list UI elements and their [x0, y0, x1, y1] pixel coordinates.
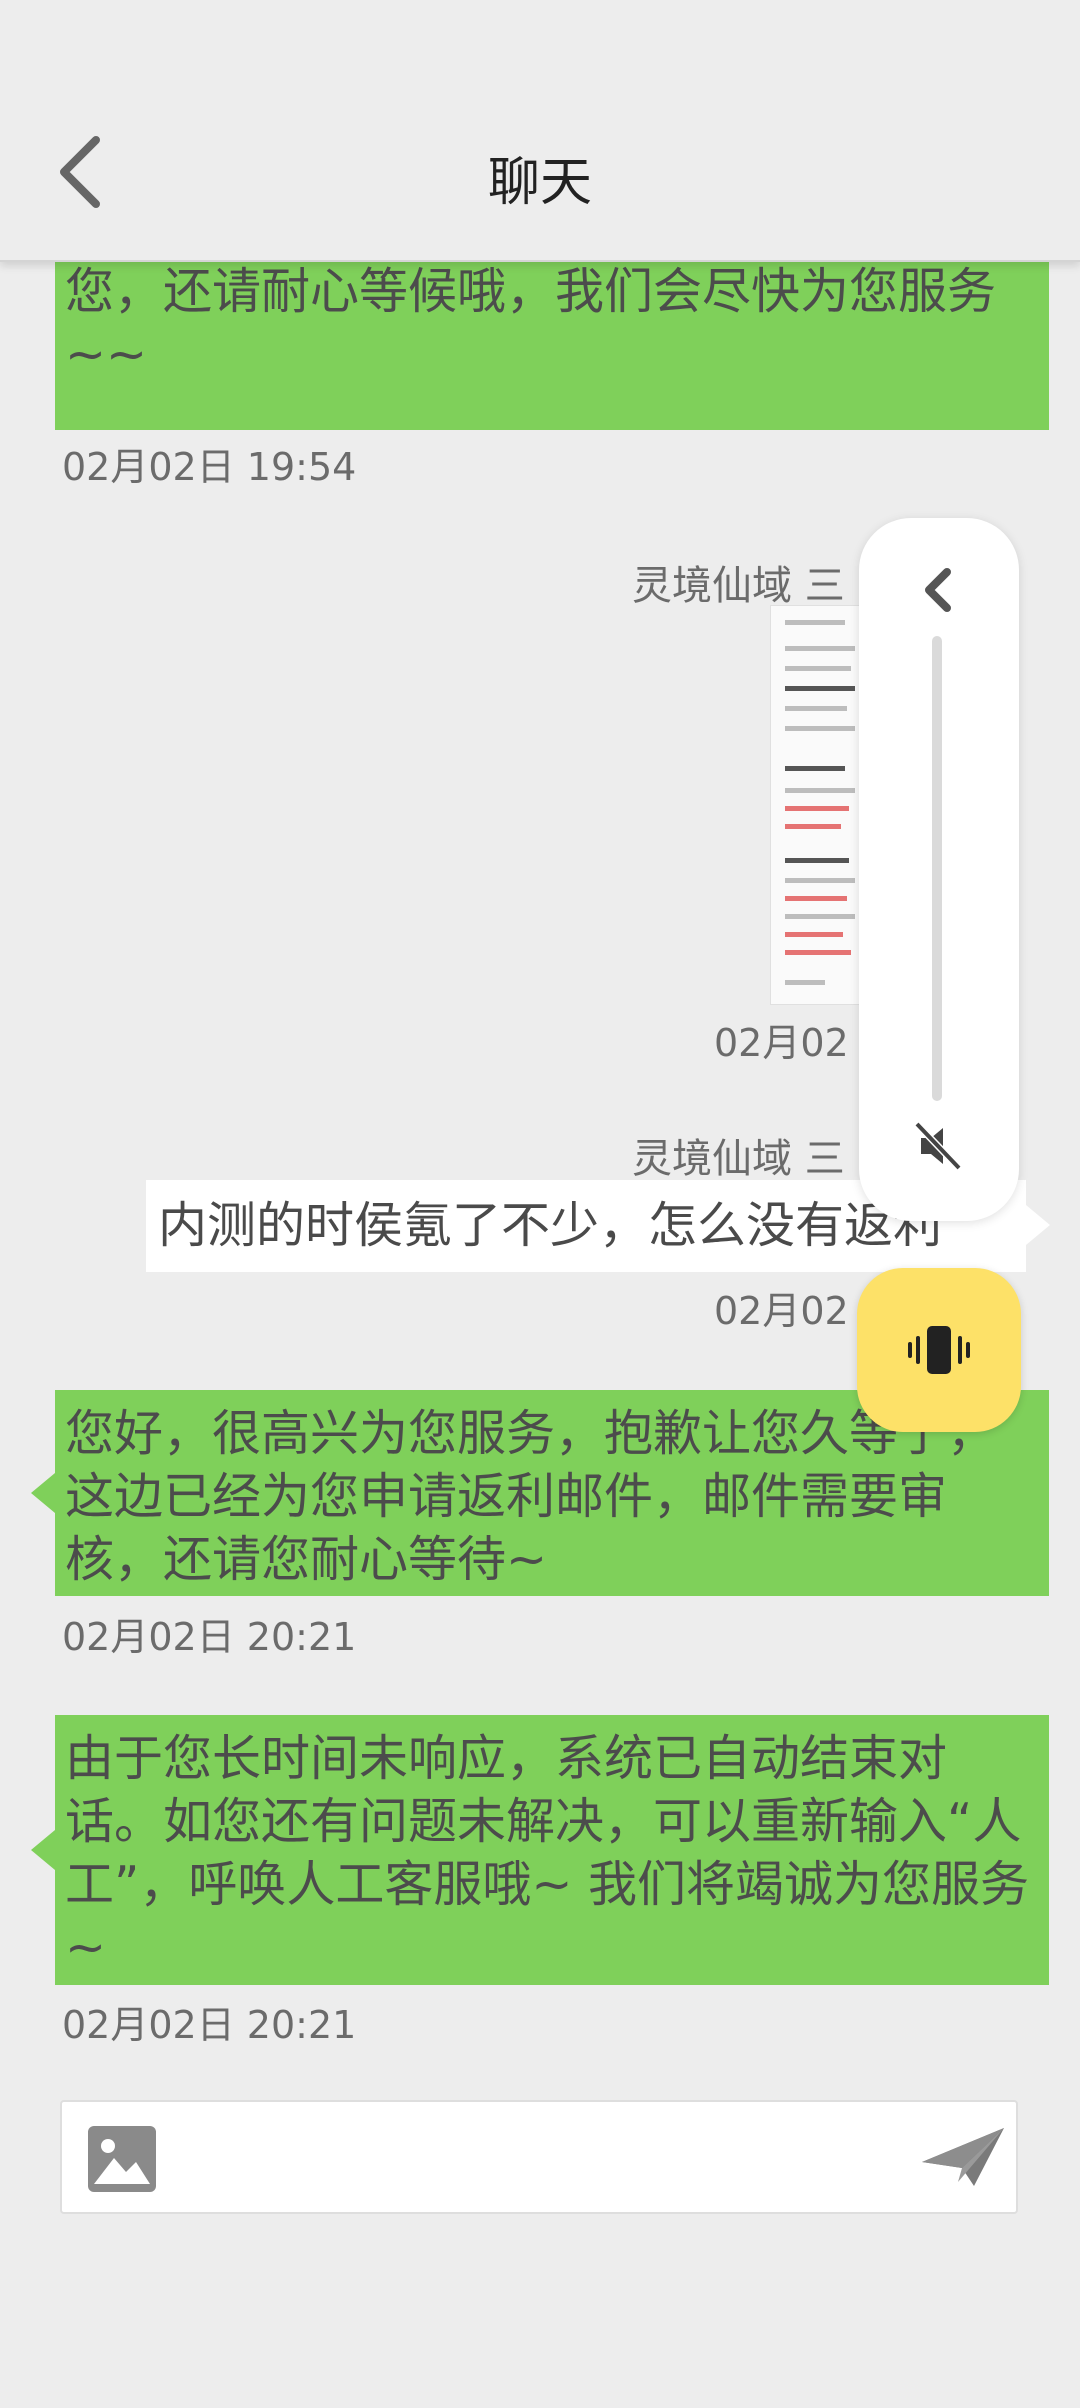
message-timestamp: 02月02日 20:21 — [62, 1615, 357, 1659]
message-timestamp: 02月02 — [714, 1021, 849, 1065]
received-message-bubble[interactable]: 问量较大，客服小姐姐们没有办法马上回复您，还请耐心等候哦，我们会尽快为您服务~~ — [55, 240, 1049, 430]
vibrate-icon — [908, 1326, 970, 1374]
received-message-bubble[interactable]: 由于您长时间未响应，系统已自动结束对话。如您还有问题未解决，可以重新输入“人工”… — [31, 1715, 1049, 1985]
message-timestamp: 02月02日 19:54 — [62, 445, 357, 489]
message-input-bar — [60, 2100, 1018, 2214]
volume-slider[interactable] — [932, 636, 942, 1101]
sent-image-thumbnail[interactable] — [770, 605, 872, 1005]
vibrate-toggle-button[interactable] — [857, 1268, 1021, 1432]
image-icon — [88, 2126, 156, 2192]
chevron-left-icon — [925, 568, 951, 612]
collapse-panel-button[interactable] — [909, 550, 969, 630]
floating-volume-panel[interactable] — [859, 518, 1019, 1221]
bubble-tail — [1026, 1205, 1050, 1245]
send-icon — [922, 2128, 1004, 2186]
message-timestamp: 02月02日 20:21 — [62, 2003, 357, 2047]
message-input[interactable] — [182, 2122, 846, 2196]
volume-mute-icon — [914, 1121, 962, 1171]
page-title: 聊天 — [487, 153, 592, 213]
sender-name: 灵境仙域 三 — [632, 563, 845, 609]
message-timestamp: 02月02 — [714, 1289, 849, 1333]
top-bar: 聊天 — [0, 0, 1080, 262]
attach-image-button[interactable] — [86, 2124, 158, 2194]
message-text: 内测的时侯氪了不少，怎么没有返利 — [158, 1197, 943, 1254]
mute-button[interactable] — [911, 1118, 967, 1174]
sender-name: 灵境仙域 三 — [632, 1136, 845, 1182]
message-text: 由于您长时间未响应，系统已自动结束对话。如您还有问题未解决，可以重新输入“人工”… — [65, 1730, 1030, 1976]
message-text: 您好，很高兴为您服务，抱歉让您久等了，这边已经为您申请返利邮件，邮件需要审核，还… — [65, 1405, 997, 1588]
send-button[interactable] — [918, 2124, 1008, 2194]
